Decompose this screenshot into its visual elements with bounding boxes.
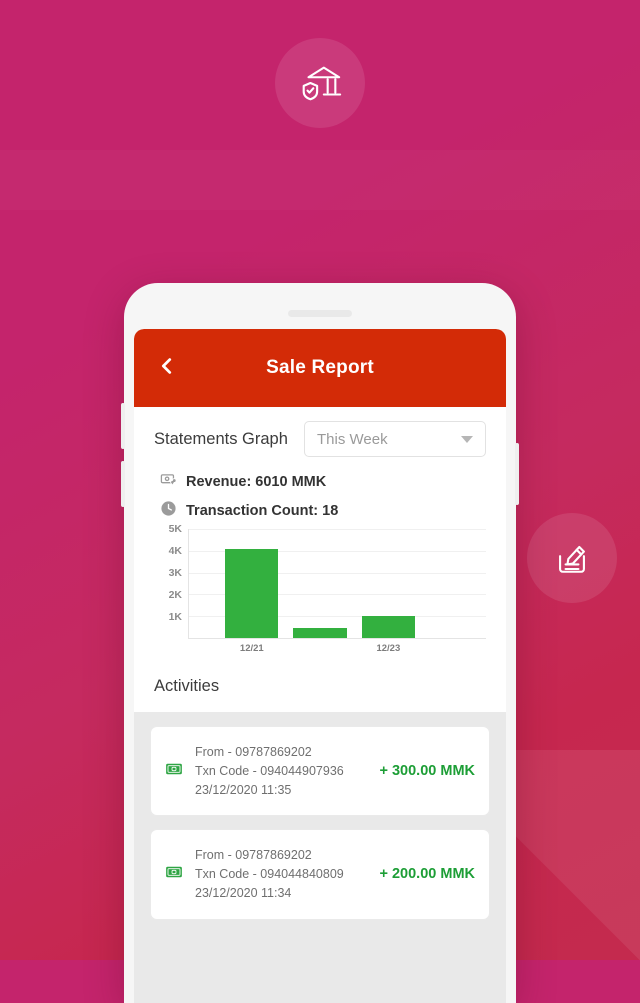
volume-down-button[interactable]	[121, 461, 125, 507]
phone-speaker	[288, 310, 352, 317]
chart-x-tick-label: 12/21	[239, 643, 264, 654]
phone-mockup: Sale Report Statements Graph This Week R…	[121, 283, 519, 1003]
clock-icon	[160, 500, 177, 522]
banknote-icon	[165, 760, 183, 783]
transaction-count-value: Transaction Count: 18	[186, 503, 339, 519]
activity-details: From - 09787869202 Txn Code - 09404490793…	[195, 743, 367, 799]
chevron-down-icon	[461, 435, 473, 443]
transaction-count-row: Transaction Count: 18	[160, 500, 486, 522]
revenue-row: Revenue: 6010 MMK	[160, 471, 486, 493]
chart-bar	[225, 548, 279, 638]
activity-item[interactable]: From - 09787869202 Txn Code - 09404484080…	[150, 829, 490, 920]
period-select[interactable]: This Week	[304, 421, 486, 457]
background-band	[0, 150, 640, 210]
chart-y-tick-label: 5K	[168, 523, 182, 535]
chart-gridline: 5K	[169, 523, 486, 535]
cash-location-icon	[160, 471, 177, 493]
banknote-icon	[165, 863, 183, 886]
activities-list: From - 09787869202 Txn Code - 09404490793…	[134, 712, 506, 920]
activity-txn-code: Txn Code - 094044840809	[195, 867, 344, 881]
volume-up-button[interactable]	[121, 403, 125, 449]
phone-screen: Sale Report Statements Graph This Week R…	[134, 329, 506, 1003]
period-select-value: This Week	[317, 430, 388, 448]
chart-y-tick-label: 1K	[168, 610, 182, 623]
chart-y-tick-label: 2K	[168, 588, 182, 601]
activity-item[interactable]: From - 09787869202 Txn Code - 09404490793…	[150, 726, 490, 817]
chart-y-tick-label: 4K	[168, 544, 182, 557]
bank-verified-icon-badge[interactable]	[275, 38, 365, 128]
activity-amount: + 300.00 MMK	[379, 763, 475, 780]
statements-graph-label: Statements Graph	[154, 429, 288, 448]
revenue-value: Revenue: 6010 MMK	[186, 474, 327, 490]
back-button[interactable]	[144, 345, 190, 391]
power-button[interactable]	[515, 443, 519, 505]
activities-heading: Activities	[154, 677, 220, 695]
activity-from: From - 09787869202	[195, 848, 312, 863]
activity-timestamp: 23/12/2020 11:34	[195, 885, 292, 900]
chart-bar	[361, 616, 415, 638]
chart-plot-area: 5K 4K 3K 2K 1K 12/21 12/23	[169, 523, 486, 654]
activity-details: From - 09787869202 Txn Code - 09404484080…	[195, 846, 367, 902]
app-bar: Sale Report	[134, 329, 506, 407]
edit-note-icon	[550, 536, 594, 580]
chart-y-tick-label: 3K	[168, 566, 182, 579]
activity-timestamp: 23/12/2020 11:35	[195, 782, 292, 797]
chevron-left-icon	[156, 355, 178, 382]
chart-bar	[293, 628, 347, 638]
activity-amount: + 200.00 MMK	[379, 866, 475, 883]
graph-header: Statements Graph This Week	[154, 421, 486, 457]
chart-x-tick-label: 12/23	[376, 643, 401, 654]
bank-verified-icon	[297, 60, 343, 106]
report-card: Statements Graph This Week Revenue: 6010…	[134, 407, 506, 712]
activity-from: From - 09787869202	[195, 745, 312, 759]
activity-txn-code: Txn Code - 094044907936	[195, 763, 344, 778]
edit-note-icon-badge[interactable]	[527, 513, 617, 603]
statements-bar-chart: 5K 4K 3K 2K 1K 12/21 12/23	[154, 523, 486, 657]
